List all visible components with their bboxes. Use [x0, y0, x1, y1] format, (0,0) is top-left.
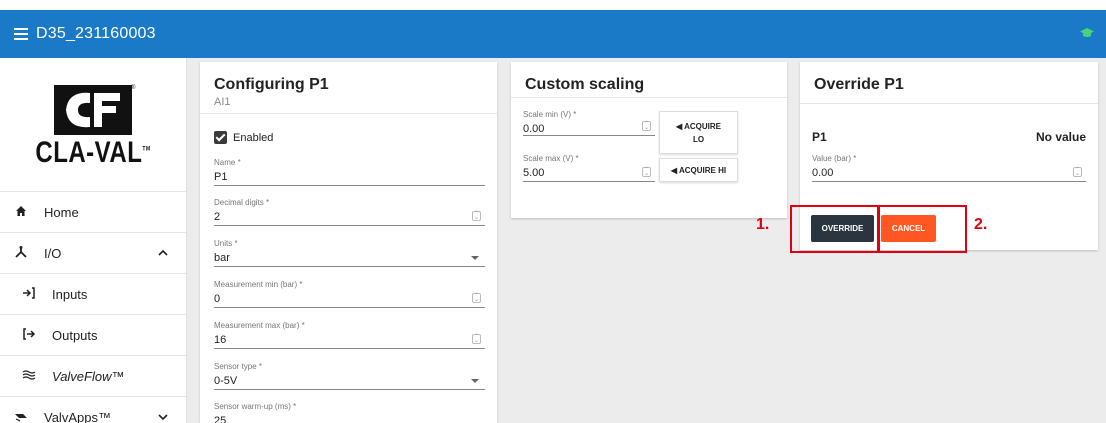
hamburger-menu-icon[interactable] [14, 28, 28, 40]
field-label: Value (bar) * [812, 154, 857, 163]
sidebar-item-home[interactable]: Home [0, 192, 186, 233]
acquire-lo-button[interactable]: ◀ ACQUIRE LO [659, 111, 738, 154]
svg-text:®: ® [131, 84, 136, 91]
override-status: No value [1035, 130, 1086, 144]
card-subtitle: AI1 [214, 96, 231, 108]
input-arrow-icon [20, 286, 38, 302]
field-label: Decimal digits * [214, 198, 270, 207]
output-arrow-icon [20, 327, 38, 343]
card-title: Custom scaling [525, 76, 645, 93]
override-value-input[interactable]: 0.00 [812, 167, 1086, 179]
field-label: Scale min (V) * [523, 110, 577, 119]
annotation-label-2: 2. [974, 216, 988, 233]
scale-max-field[interactable]: Scale max (V) * 5.00 ⌃ ⌄ [523, 154, 655, 182]
spinner-icon[interactable]: ⌃ ⌄ [642, 167, 651, 177]
field-label: Units * [214, 239, 238, 248]
measurement-min-field[interactable]: Measurement min (bar) * 0 ⌃ ⌄ [214, 280, 485, 308]
sidebar-item-label: ValvApps™ [44, 409, 111, 423]
sidebar: ® CLA-VALTM Home I/O Inputs Outputs Valv… [0, 58, 187, 423]
sidebar-item-label: Home [44, 204, 79, 220]
enabled-checkbox-row[interactable]: Enabled [214, 131, 273, 144]
decimal-digits-input[interactable]: 2 [214, 211, 485, 223]
units-select[interactable]: bar [214, 252, 485, 264]
dropdown-caret-icon[interactable] [471, 256, 479, 260]
override-value-field[interactable]: Value (bar) * 0.00 ⌃ ⌄ [812, 154, 1086, 182]
spinner-icon[interactable]: ⌃ ⌄ [472, 293, 481, 303]
scale-min-input[interactable]: 0.00 [523, 123, 655, 135]
field-label: Sensor type * [214, 362, 263, 371]
name-input[interactable]: P1 [214, 171, 485, 183]
sidebar-item-label: Outputs [52, 327, 98, 343]
sidebar-item-label: Inputs [52, 286, 88, 302]
spinner-icon[interactable]: ⌃ ⌄ [472, 211, 481, 221]
measurement-min-input[interactable]: 0 [214, 293, 485, 305]
graduation-cap-icon[interactable] [1080, 27, 1094, 41]
acquire-hi-button[interactable]: ◀ ACQUIRE HI [659, 158, 738, 182]
valveflow-icon [20, 368, 38, 384]
chevron-down-icon[interactable] [158, 411, 168, 423]
decimal-digits-field[interactable]: Decimal digits * 2 ⌃ ⌄ [214, 198, 485, 226]
units-field[interactable]: Units * bar [214, 239, 485, 267]
spinner-icon[interactable]: ⌃ ⌄ [1073, 167, 1082, 177]
field-label: Measurement max (bar) * [214, 321, 305, 330]
chevron-up-icon[interactable] [158, 247, 168, 259]
sensor-type-select[interactable]: 0-5V [214, 375, 485, 387]
override-param: P1 [812, 130, 827, 144]
annotation-label-1: 1. [756, 216, 770, 233]
sensor-warmup-input[interactable]: 25 [214, 415, 485, 423]
app-bar: D35_231160003 [0, 10, 1106, 58]
dropdown-caret-icon[interactable] [471, 379, 479, 383]
logo-wordmark: CLA-VALTM [35, 135, 151, 169]
device-title: D35_231160003 [36, 25, 156, 42]
custom-scaling-card: Custom scaling Scale min (V) * 0.00 ⌃ ⌄ ◀… [511, 62, 787, 218]
sidebar-item-outputs[interactable]: Outputs [0, 315, 186, 356]
card-title: Configuring P1 [214, 76, 329, 93]
card-title: Override P1 [814, 76, 904, 93]
enabled-checkbox[interactable] [214, 131, 227, 144]
sidebar-item-valvapps[interactable]: ValvApps™ [0, 397, 186, 423]
enabled-label: Enabled [233, 131, 274, 144]
sidebar-item-io[interactable]: I/O [0, 233, 186, 274]
field-label: Name * [214, 158, 241, 167]
home-icon [12, 204, 30, 220]
field-label: Measurement min (bar) * [214, 280, 303, 289]
measurement-max-input[interactable]: 16 [214, 334, 485, 346]
sidebar-item-label: I/O [44, 245, 62, 261]
valvapps-icon [12, 409, 30, 423]
measurement-max-field[interactable]: Measurement max (bar) * 16 ⌃ ⌄ [214, 321, 485, 349]
scale-min-field[interactable]: Scale min (V) * 0.00 ⌃ ⌄ [523, 110, 655, 136]
spinner-icon[interactable]: ⌃ ⌄ [472, 334, 481, 344]
annotation-box-2 [877, 205, 967, 253]
top-strip [0, 0, 1106, 10]
scale-max-input[interactable]: 5.00 [523, 167, 655, 179]
sidebar-item-label: ValveFlow™ [52, 368, 125, 384]
field-label: Scale max (V) * [523, 154, 579, 163]
cla-val-logo: ® CLA-VALTM [0, 58, 186, 192]
io-icon [12, 245, 30, 261]
field-label: Sensor warm-up (ms) * [214, 402, 297, 411]
sidebar-item-valveflow[interactable]: ValveFlow™ [0, 356, 186, 397]
cla-val-logo-mark: ® [54, 84, 136, 135]
sensor-warmup-field[interactable]: Sensor warm-up (ms) * 25 [214, 402, 485, 423]
spinner-icon[interactable]: ⌃ ⌄ [642, 121, 651, 131]
name-field[interactable]: Name * P1 [214, 158, 485, 186]
configuring-card: Configuring P1 AI1 Enabled Name * P1 Dec… [200, 62, 497, 423]
annotation-box-1 [790, 205, 880, 253]
sensor-type-field[interactable]: Sensor type * 0-5V [214, 362, 485, 390]
sidebar-item-inputs[interactable]: Inputs [0, 274, 186, 315]
